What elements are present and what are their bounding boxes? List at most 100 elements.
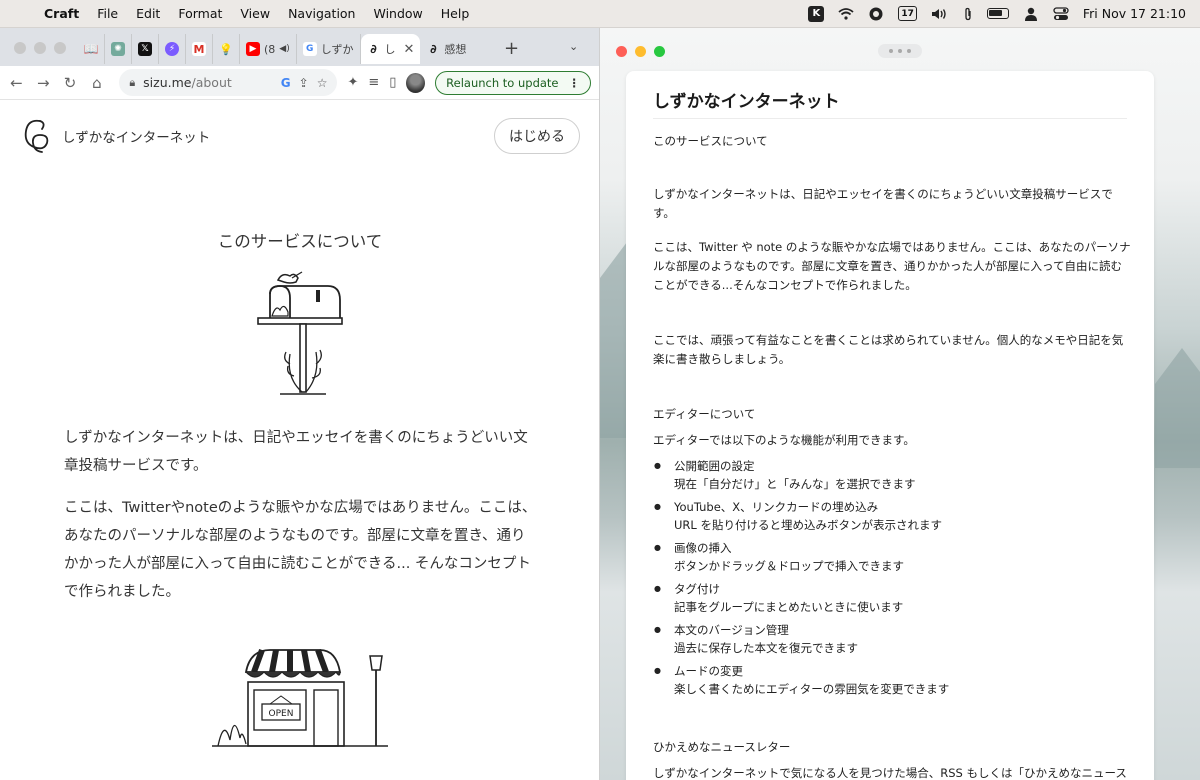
tab-sizu-label: し	[384, 43, 396, 56]
bookmark-star-icon[interactable]: ☆	[317, 76, 328, 90]
doc-paragraph-3[interactable]: ここでは、頑張って有益なことを書くことは求められていません。個人的なメモや日記を…	[653, 331, 1133, 369]
extensions-puzzle-icon[interactable]: ✦	[347, 75, 358, 90]
new-tab-button[interactable]: +	[504, 38, 519, 59]
mailbox-illustration	[257, 271, 343, 395]
tab-messenger[interactable]: ⚡	[159, 34, 186, 64]
menu-edit[interactable]: Edit	[127, 6, 169, 21]
sizu-icon: ∂	[370, 42, 377, 56]
tab-strip: 📖 ✺ 𝕏 ⚡ M 💡 ▶ (8 ◀︎) G しずか ∂ し ✕ ∂ 感想 + …	[0, 28, 599, 66]
tab-sizu-active[interactable]: ∂ し ✕	[360, 34, 421, 64]
tab-bulb[interactable]: 💡	[213, 34, 240, 64]
sizu-icon: ∂	[430, 42, 437, 56]
feature-item[interactable]: 公開範囲の設定現在「自分だけ」と「みんな」を選択できます	[653, 457, 1133, 493]
menu-navigation[interactable]: Navigation	[279, 6, 364, 21]
wifi-icon[interactable]	[838, 7, 854, 20]
feature-item[interactable]: ムードの変更楽しく書くためにエディターの雰囲気を変更できます	[653, 662, 1133, 698]
google-icon: G	[302, 42, 317, 56]
feature-item[interactable]: 画像の挿入ボタンかドラッグ＆ドロップで挿入できます	[653, 539, 1133, 575]
feature-item[interactable]: YouTube、X、リンクカードの埋め込み URL を貼り付けると埋め込みボタンが…	[653, 498, 1133, 534]
tab-youtube[interactable]: ▶ (8 ◀︎)	[240, 34, 297, 64]
volume-icon[interactable]	[931, 8, 949, 20]
feature-title: YouTube、X、リンクカードの埋め込み	[674, 500, 879, 514]
craft-window: しずかなインターネット このサービスについて しずかなインターネットは、日記やエ…	[600, 28, 1200, 780]
more-menu-icon[interactable]: ⋮	[569, 76, 581, 90]
share-icon[interactable]: ⇪	[299, 76, 309, 90]
craft-minimize-button[interactable]	[635, 46, 646, 57]
craft-window-menu-dots[interactable]	[878, 44, 922, 58]
url-path: /about	[191, 75, 232, 90]
tab-x[interactable]: 𝕏	[132, 34, 159, 64]
tabs: 📖 ✺ 𝕏 ⚡ M 💡 ▶ (8 ◀︎) G しずか ∂ し ✕ ∂ 感想	[78, 34, 472, 64]
browser-toolbar: ← → ↻ ⌂ 🔒︎ sizu.me/about G ⇪ ☆ ✦ ≡ ▯ Rel…	[0, 66, 599, 100]
zoom-window-button[interactable]	[54, 42, 66, 54]
feature-title: ムードの変更	[674, 664, 743, 678]
feature-title: 公開範囲の設定	[674, 459, 755, 473]
doc-subtitle[interactable]: このサービスについて	[653, 132, 1133, 151]
address-bar[interactable]: 🔒︎ sizu.me/about G ⇪ ☆	[119, 69, 338, 96]
site-header: しずかなインターネット はじめる	[0, 100, 599, 172]
site-logo-icon[interactable]	[20, 117, 52, 155]
url-text[interactable]: sizu.me/about	[143, 75, 232, 90]
chatgpt-icon: ✺	[111, 42, 125, 56]
home-icon[interactable]: ⌂	[88, 74, 105, 92]
status-app-k-icon[interactable]: K	[808, 5, 825, 22]
menu-view[interactable]: View	[231, 6, 279, 21]
relaunch-to-update-button[interactable]: Relaunch to update ⋮	[435, 70, 592, 95]
back-arrow-icon[interactable]: ←	[8, 74, 25, 92]
feature-desc: 楽しく書くためにエディターの雰囲気を変更できます	[674, 682, 950, 696]
user-icon[interactable]	[1023, 6, 1039, 22]
tab-kanso[interactable]: ∂ 感想	[420, 34, 472, 64]
tab-chatgpt[interactable]: ✺	[105, 34, 132, 64]
minimize-window-button[interactable]	[34, 42, 46, 54]
menu-window[interactable]: Window	[364, 6, 431, 21]
paperclip-icon[interactable]	[963, 7, 973, 21]
doc-paragraph-1[interactable]: しずかなインターネットは、日記やエッセイを書くのにちょうどいい文章投稿サービスで…	[653, 185, 1133, 223]
feature-item[interactable]: 本文のバージョン管理過去に保存した本文を復元できます	[653, 621, 1133, 657]
site-name[interactable]: しずかなインターネット	[62, 126, 210, 146]
lock-icon[interactable]: 🔒︎	[129, 76, 135, 90]
bulb-icon: 💡	[219, 42, 233, 56]
omnibox-actions: G ⇪ ☆	[281, 76, 328, 90]
doc-newsletter-heading[interactable]: ひかえめなニュースレター	[653, 738, 1133, 757]
site-paragraph-1: しずかなインターネットは、日記やエッセイを書くのにちょうどいい文章投稿サービスで…	[64, 430, 528, 474]
tab-kanso-label: 感想	[444, 43, 467, 56]
craft-zoom-button[interactable]	[654, 46, 665, 57]
tab-google-label: しずか	[320, 43, 354, 56]
craft-close-button[interactable]	[616, 46, 627, 57]
tab-google[interactable]: G しずか	[297, 34, 361, 64]
doc-newsletter-text[interactable]: しずかなインターネットで気になる人を見つけた場合、RSS もしくは「ひかえめなニ…	[653, 764, 1133, 780]
profile-avatar[interactable]	[406, 72, 426, 93]
feature-desc: URL を貼り付けると埋め込みボタンが表示されます	[674, 518, 942, 532]
menu-help[interactable]: Help	[432, 6, 479, 21]
feature-desc: ボタンかドラッグ＆ドロップで挿入できます	[674, 559, 904, 573]
web-page: しずかなインターネット はじめる このサービスについて しずかなインターネットは…	[0, 100, 599, 780]
doc-title[interactable]: しずかなインターネット	[653, 87, 840, 112]
close-tab-icon[interactable]: ✕	[404, 42, 415, 57]
google-lens-icon[interactable]: G	[281, 76, 291, 90]
forward-arrow-icon[interactable]: →	[35, 74, 52, 92]
doc-divider	[653, 118, 1127, 119]
control-center-icon[interactable]	[1053, 6, 1069, 21]
calendar-badge[interactable]: 17	[898, 6, 917, 21]
feature-item[interactable]: タグ付け記事をグループにまとめたいときに使います	[653, 580, 1133, 616]
menu-file[interactable]: File	[88, 6, 127, 21]
doc-paragraph-2[interactable]: ここは、Twitter や note のような賑やかな広場ではありません。ここは…	[653, 238, 1133, 295]
vpn-globe-icon[interactable]	[868, 6, 884, 22]
close-window-button[interactable]	[14, 42, 26, 54]
tab-gmail[interactable]: M	[186, 34, 213, 64]
feature-list: 公開範囲の設定現在「自分だけ」と「みんな」を選択できます YouTube、X、リ…	[653, 457, 1133, 703]
doc-editor-heading[interactable]: エディターについて	[653, 405, 1133, 424]
doc-editor-intro[interactable]: エディターでは以下のような機能が利用できます。	[653, 431, 1133, 450]
document-card[interactable]: しずかなインターネット このサービスについて しずかなインターネットは、日記やエ…	[626, 71, 1154, 780]
tab-search-chevron-icon[interactable]: ⌄	[569, 40, 578, 53]
side-panel-icon[interactable]: ▯	[389, 75, 396, 90]
tab-book[interactable]: 📖	[78, 34, 105, 64]
menu-format[interactable]: Format	[169, 6, 231, 21]
menubar-clock[interactable]: Fri Nov 17 21:10	[1083, 6, 1186, 21]
reading-list-icon[interactable]: ≡	[368, 75, 379, 90]
start-button[interactable]: はじめる	[494, 118, 580, 154]
menu-app-name[interactable]: Craft	[44, 6, 88, 21]
reload-icon[interactable]: ↻	[62, 74, 79, 92]
gmail-icon: M	[192, 42, 206, 56]
battery-icon[interactable]	[986, 8, 1009, 19]
